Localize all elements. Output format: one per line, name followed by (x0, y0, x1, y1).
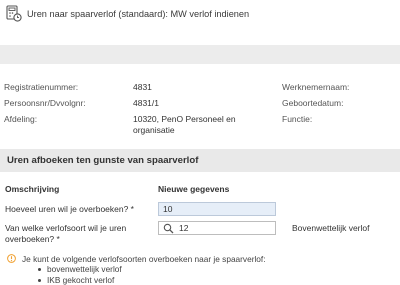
persoonsnr-value: 4831/1 (133, 98, 159, 108)
afdeling-value-line1: 10320, PenO Personeel en (133, 114, 236, 124)
leave-type-description: Bovenwettelijk verlof (292, 223, 370, 233)
leave-type-label-line2: overboeken? * (5, 234, 60, 244)
werknemernaam-label: Werknemernaam: (282, 82, 350, 92)
registratienummer-value: 4831 (133, 82, 152, 92)
leave-type-value: 12 (179, 223, 189, 233)
leave-type-label-line1: Van welke verlofsoort wil je uren (5, 223, 127, 233)
functie-label: Functie: (282, 114, 313, 124)
section-title: Uren afboeken ten gunste van spaarverlof (7, 155, 199, 166)
afdeling-value-line2: organisatie (133, 125, 175, 135)
section-header: Uren afboeken ten gunste van spaarverlof (0, 149, 400, 172)
column-omschrijving: Omschrijving (5, 184, 60, 194)
toolbar-strip (0, 45, 400, 64)
column-nieuwe-gegevens: Nieuwe gegevens (158, 184, 230, 194)
warning-circle-icon (7, 254, 16, 263)
leave-type-lookup[interactable]: 12 (158, 221, 276, 235)
page-title: Uren naar spaarverlof (standaard): MW ve… (27, 9, 250, 19)
persoonsnr-label: Persoonsnr/Dvvolgnr: (4, 98, 86, 108)
list-item: IKB gekocht verlof (37, 275, 122, 285)
afdeling-label: Afdeling: (4, 114, 38, 124)
calculator-clock-icon (6, 5, 22, 22)
geboortedatum-label: Geboortedatum: (282, 98, 344, 108)
hours-input[interactable] (158, 202, 276, 216)
list-item: bovenwettelijk verlof (37, 264, 122, 275)
hours-label: Hoeveel uren wil je overboeken? * (5, 204, 134, 214)
registratienummer-label: Registratienummer: (4, 82, 79, 92)
search-icon[interactable] (163, 223, 174, 234)
notice-list: bovenwettelijk verlof IKB gekocht verlof (37, 264, 122, 285)
notice-text: Je kunt de volgende verlofsoorten overbo… (22, 254, 266, 264)
title-bar: Uren naar spaarverlof (standaard): MW ve… (0, 0, 400, 28)
